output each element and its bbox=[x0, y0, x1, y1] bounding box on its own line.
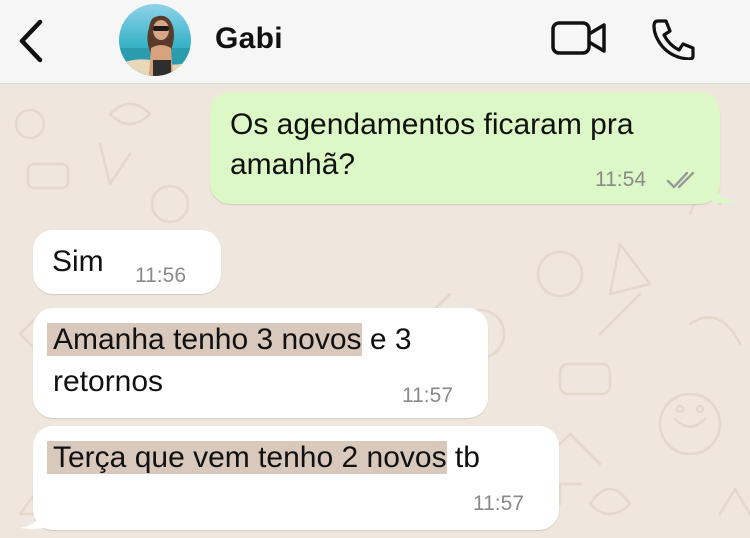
message-timestamp: 11:54 bbox=[595, 168, 646, 191]
highlighted-text: Terça que vem tenho 2 novos bbox=[47, 441, 447, 474]
message-text-line: Terça que vem tenho 2 novos tb bbox=[47, 438, 480, 478]
message-text-line: amanhã? bbox=[230, 148, 356, 181]
chat-area[interactable]: Os agendamentos ficaram pra amanhã? 11:5… bbox=[0, 84, 750, 538]
phone-icon bbox=[652, 19, 695, 61]
voice-call-button[interactable] bbox=[650, 18, 698, 61]
message-text: tb bbox=[446, 441, 480, 474]
incoming-message-bubble[interactable]: Sim 11:56 bbox=[33, 230, 221, 294]
highlighted-text: Amanha tenho 3 novos bbox=[47, 323, 362, 356]
outgoing-message-bubble[interactable]: Os agendamentos ficaram pra amanhã? 11:5… bbox=[210, 92, 720, 204]
contact-name[interactable]: Gabi bbox=[215, 22, 283, 56]
video-call-button[interactable] bbox=[550, 19, 608, 59]
message-text: Sim bbox=[52, 245, 104, 278]
outgoing-bubble-tail bbox=[712, 182, 736, 203]
message-timestamp: 11:56 bbox=[135, 264, 186, 287]
message-timestamp: 11:57 bbox=[402, 384, 453, 407]
message-text: e 3 bbox=[361, 323, 412, 356]
message-text-line: Os agendamentos ficaram pra bbox=[230, 108, 634, 141]
message-timestamp: 11:57 bbox=[473, 492, 524, 515]
chevron-left-icon bbox=[19, 19, 43, 63]
contact-avatar[interactable] bbox=[119, 4, 191, 76]
chat-header: Gabi bbox=[0, 0, 750, 84]
back-button[interactable] bbox=[14, 18, 50, 64]
incoming-bubble-tail bbox=[20, 508, 44, 529]
message-text-line: retornos bbox=[53, 365, 164, 398]
video-camera-icon bbox=[551, 21, 606, 55]
incoming-message-bubble[interactable]: Amanha tenho 3 novos e 3 retornos 11:57 bbox=[33, 308, 488, 418]
message-text-line: Amanha tenho 3 novos e 3 bbox=[47, 320, 412, 360]
incoming-message-bubble[interactable]: Terça que vem tenho 2 novos tb 11:57 bbox=[33, 426, 559, 530]
double-check-icon bbox=[666, 171, 695, 189]
